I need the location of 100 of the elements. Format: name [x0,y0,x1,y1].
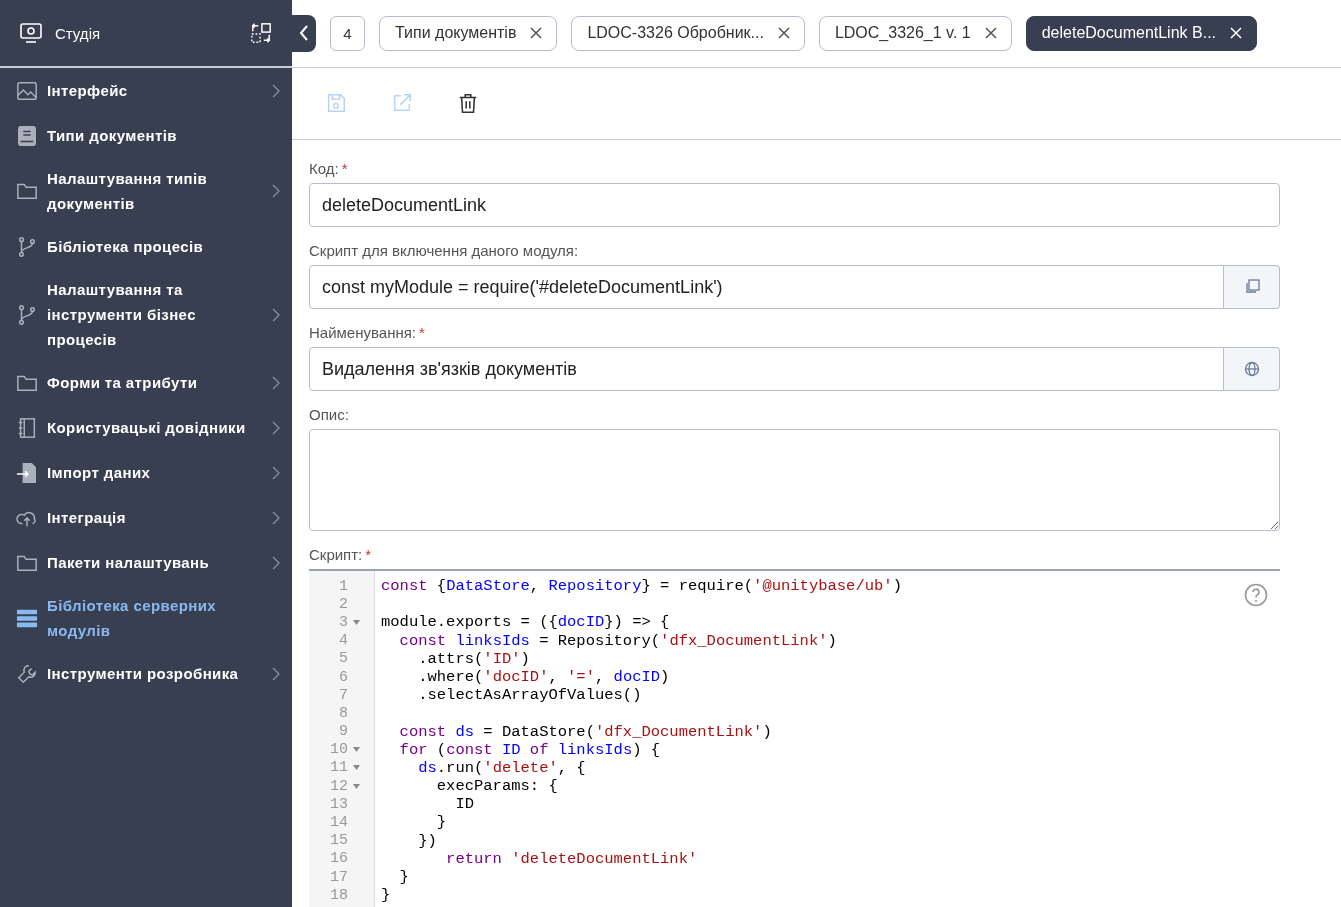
line-number: 14 [330,814,348,832]
line-number: 15 [330,832,348,850]
line-number: 1 [339,577,348,595]
code-line: } [381,886,391,905]
close-icon[interactable] [984,27,997,40]
chevron-right-icon [272,83,280,98]
image-icon [16,79,38,102]
line-number: 13 [330,795,348,813]
sidebar-item[interactable]: Інструменти розробника [0,651,292,696]
chevron-right-icon [272,420,280,435]
notebook-icon [16,416,38,439]
code-editor[interactable] [309,569,1280,907]
sidebar-item[interactable]: Налаштування типів документів [0,158,292,224]
input-field[interactable]: Видалення зв'язків документів [309,347,1224,391]
fold-icon[interactable] [353,765,360,771]
line-number: 18 [330,886,348,904]
sidebar-title: Студія [55,24,102,42]
code-line: execParams: { [435,777,558,796]
close-icon[interactable] [530,27,543,40]
line-number: 6 [339,668,348,686]
line-number: 17 [330,868,348,886]
sidebar-item[interactable]: Пакети налаштувань [0,540,292,585]
fold-icon[interactable] [353,747,360,753]
chevron-right-icon [272,307,280,322]
input-field[interactable]: deleteDocumentLink [309,183,1280,227]
help-icon[interactable] [1244,583,1268,607]
sidebar-item[interactable]: Бібліотека процесів [0,224,292,269]
field-label: Код: [309,159,339,179]
translate-button[interactable] [1224,347,1280,391]
switch-layout-icon[interactable] [250,22,272,44]
field-label: Найменування: [309,323,416,343]
file-import-icon [16,461,38,484]
code-line: ID [454,795,474,814]
line-number: 9 [339,723,348,741]
code-line: module.exports = ({docID}) => { [381,613,670,632]
code-line: return 'deleteDocumentLink' [445,849,698,868]
code-line: const linksIds = Repository('dfx_DocumentLink') [398,631,837,650]
sidebar-item[interactable]: Форми та атрибути [0,360,292,405]
tab[interactable]: LDOC-3326 Обробник... [571,15,805,51]
fold-icon[interactable] [353,783,360,789]
field-label: Скрипт: [309,545,363,565]
sidebar-item[interactable]: Користувацькі довідники [0,405,292,450]
branch-icon [16,303,38,326]
collapse-button[interactable] [292,14,316,52]
required-mark: * [419,324,425,341]
tab[interactable]: Типи документів [379,15,558,51]
chevron-right-icon [272,666,280,681]
field-label: Скрипт для включення даного модуля: [309,241,579,261]
server-icon [16,607,38,629]
line-number: 16 [330,850,348,868]
line-number: 12 [330,777,348,795]
required-mark: * [365,546,372,563]
tab-count: 4 [330,15,365,51]
code-line: }) [417,831,437,850]
line-number: 8 [339,704,348,722]
close-icon[interactable] [777,27,790,40]
book-icon [16,124,38,147]
code-line: .where('docID', '=', docID) [417,667,670,687]
chevron-right-icon [272,184,280,198]
sidebar-item[interactable]: Інтеграція [0,495,292,540]
chevron-right-icon [272,375,280,390]
description-field[interactable] [309,429,1280,531]
copy-icon [1243,279,1260,295]
chevron-right-icon [272,510,280,525]
required-mark: * [341,160,348,177]
code-line: ds.run('delete', { [417,758,586,778]
code-line: .attrs('ID') [417,649,530,668]
chevron-right-icon [272,465,280,480]
sidebar-item[interactable]: Типи документів [0,113,292,158]
tab[interactable]: deleteDocumentLink B... [1025,15,1258,51]
code-line: } [435,813,447,832]
line-number: 3 [339,613,348,631]
line-number: 5 [339,650,348,668]
tab[interactable]: LDOC_3326_1 v. 1 [818,15,1012,51]
branch-icon [16,235,38,258]
sidebar-item[interactable]: Інтерфейс [0,68,292,113]
line-number: 11 [330,759,348,777]
fold-icon[interactable] [353,619,360,625]
field-label: Опис: [309,405,349,425]
sidebar-item[interactable]: Імпорт даних [0,450,292,495]
monitor-icon [19,22,43,44]
chevron-left-icon [299,25,309,42]
chevron-right-icon [272,555,280,570]
code-line: const {DataStore, Repository} = require('@unitybase/ub') [381,577,902,596]
line-number: 7 [339,686,348,704]
line-number: 2 [339,595,348,613]
trash-icon [457,92,479,115]
sidebar-item[interactable]: Налаштування та інструменти бізнес процесів [0,269,292,360]
wrench-icon [16,662,38,685]
line-number: 4 [339,632,348,650]
sidebar-item[interactable]: Бібліотека серверних модулів [0,585,292,651]
code-line: const ds = DataStore('dfx_DocumentLink') [398,722,772,741]
globe-icon [1243,361,1260,377]
input-field[interactable]: const myModule = require('#deleteDocumentLink') [309,265,1224,309]
line-number: 10 [330,741,348,759]
delete-button[interactable] [457,92,479,115]
copy-button[interactable] [1224,265,1280,309]
code-line: for (const ID of linksIds) { [398,740,661,759]
code-line: } [398,868,409,887]
code-line: .selectAsArrayOfValues() [417,686,642,705]
